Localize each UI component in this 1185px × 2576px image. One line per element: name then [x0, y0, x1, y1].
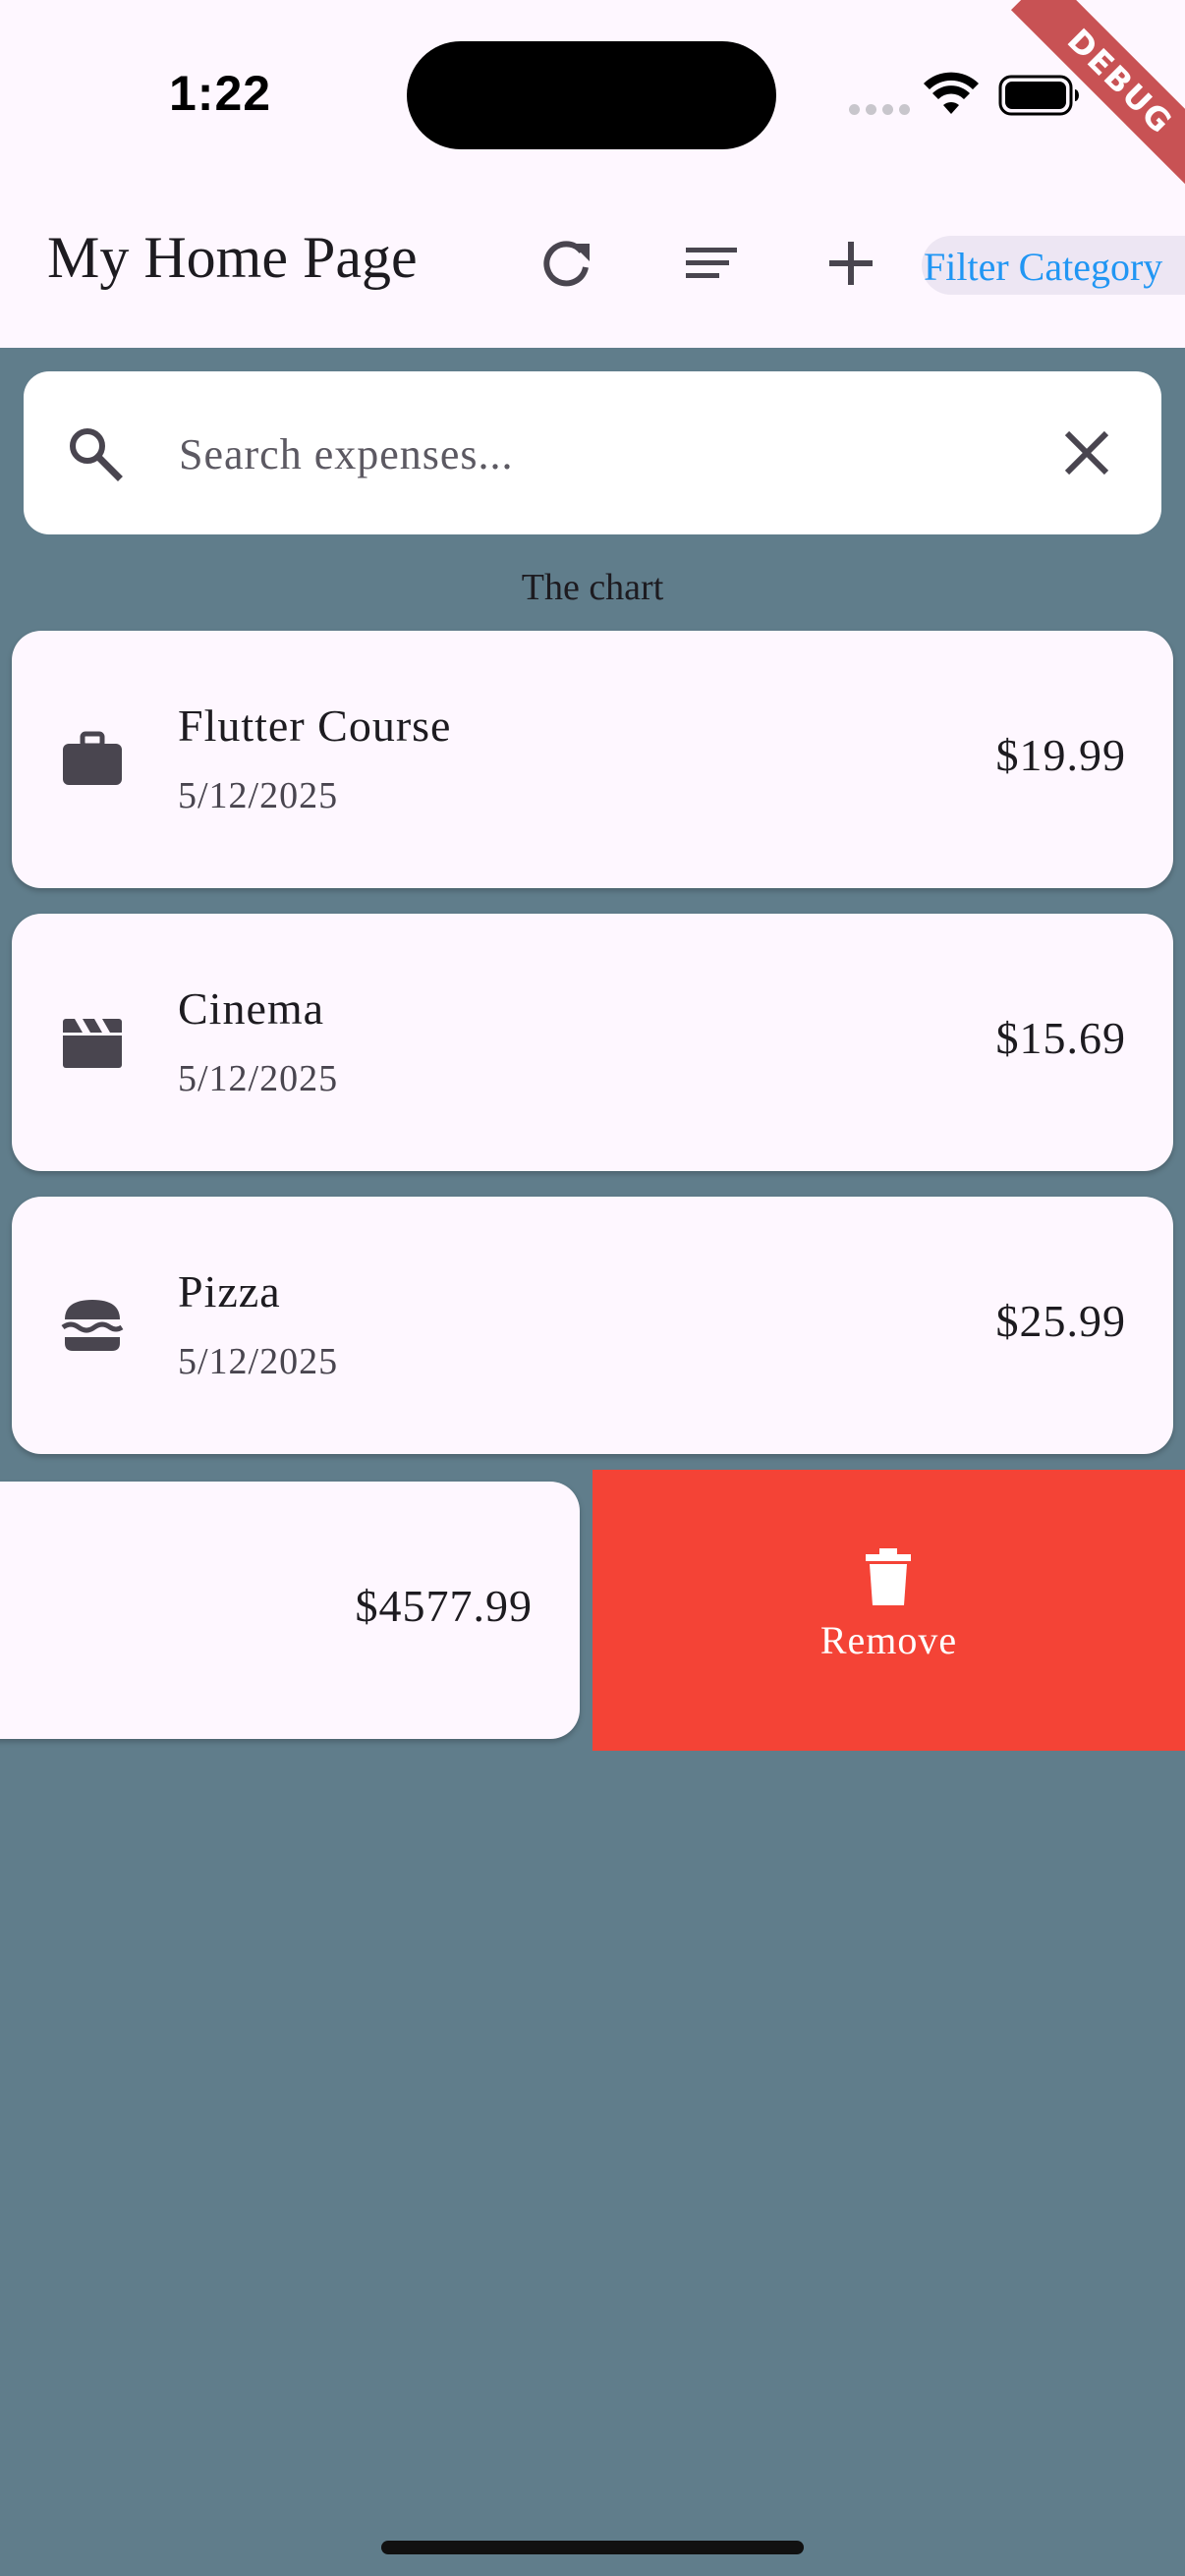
burger-icon: [61, 1300, 124, 1351]
dynamic-island: [407, 41, 776, 149]
expense-amount: $19.99: [995, 730, 1126, 780]
expense-date: 5/12/2025: [178, 1058, 339, 1099]
movie-clapper-icon: [63, 1019, 122, 1068]
expense-title: Pizza: [178, 1266, 281, 1316]
expense-date: 5/12/2025: [178, 1341, 339, 1382]
filter-category-label: Filter Category: [924, 245, 1163, 289]
search-icon: [70, 428, 123, 481]
expense-card[interactable]: Flutter Course 5/12/2025 $19.99: [12, 631, 1173, 888]
chart-placeholder: The chart: [521, 567, 664, 608]
expense-card[interactable]: Pizza 5/12/2025 $25.99: [12, 1197, 1173, 1454]
search-bar: [24, 371, 1161, 534]
app-header: 1:22 DEBUG My Home Page Filter Category: [0, 0, 1185, 348]
close-icon[interactable]: [1059, 425, 1114, 480]
expense-amount: $25.99: [995, 1296, 1126, 1346]
search-input[interactable]: [177, 420, 1026, 487]
remove-label: Remove: [819, 1618, 958, 1662]
expense-date: 5/12/2025: [178, 775, 339, 816]
status-time: 1:22: [169, 66, 272, 121]
expense-card[interactable]: Cinema 5/12/2025 $15.69: [12, 914, 1173, 1171]
page-title: My Home Page: [47, 225, 418, 290]
add-icon[interactable]: [821, 234, 880, 293]
briefcase-icon: [63, 731, 122, 785]
wifi-icon: [924, 72, 979, 114]
sort-icon[interactable]: [682, 234, 741, 293]
home-indicator[interactable]: [381, 2541, 804, 2554]
filter-category-button[interactable]: Filter Category: [922, 236, 1185, 295]
expense-card[interactable]: $4577.99: [0, 1482, 580, 1739]
refresh-icon[interactable]: [538, 234, 597, 293]
trash-icon: [866, 1548, 911, 1605]
cellular-signal-icon: [849, 104, 910, 115]
remove-action[interactable]: Remove: [592, 1470, 1185, 1751]
expense-title: Cinema: [178, 983, 325, 1034]
expense-amount: $15.69: [995, 1013, 1126, 1063]
expense-amount: $4577.99: [355, 1581, 533, 1631]
expense-title: Flutter Course: [178, 700, 452, 751]
battery-icon: [998, 75, 1079, 116]
